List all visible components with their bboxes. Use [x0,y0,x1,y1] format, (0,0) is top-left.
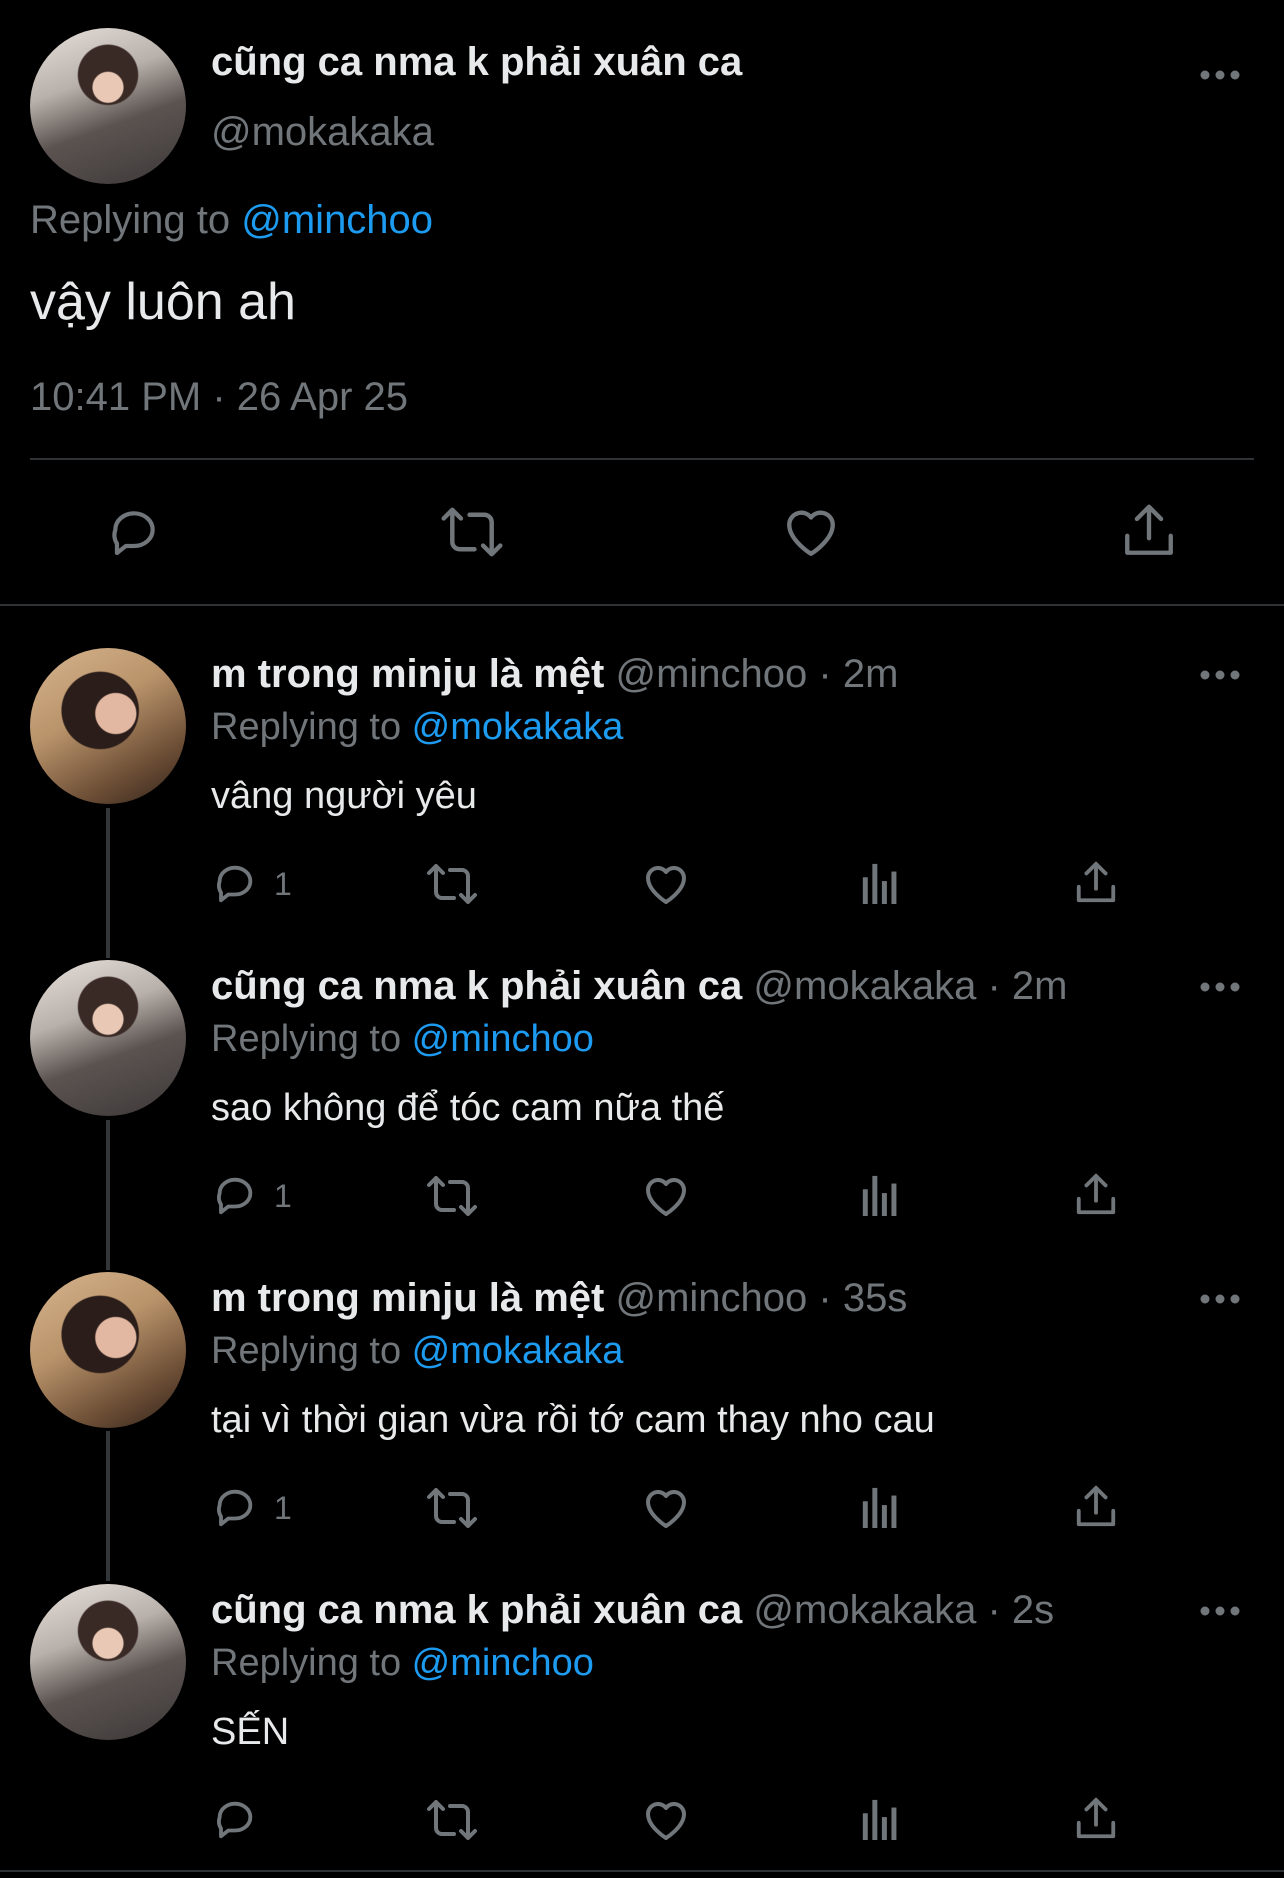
avatar[interactable] [30,960,186,1116]
avatar[interactable] [30,648,186,804]
reply-header: cũng ca nma k phải xuân ca @mokakaka · 2… [211,964,1067,1009]
retweet-icon[interactable] [424,1174,480,1218]
retweet-icon[interactable] [424,1798,480,1842]
heart-icon[interactable] [642,1798,690,1842]
reply-header: cũng ca nma k phải xuân ca @mokakaka · 2… [211,1588,1054,1633]
retweet-icon[interactable] [440,504,504,560]
thread-line [106,808,110,958]
more-icon[interactable] [1200,70,1240,80]
author-name[interactable]: m trong minju là mệt [211,652,604,696]
timestamp[interactable]: 10:41 PM · 26 Apr 25 [30,375,408,420]
reply-count: 1 [274,866,292,902]
replying-handle-link[interactable]: @minchoo [241,198,433,242]
tweet-text: vậy luôn ah [30,273,296,331]
replying-prefix: Replying to [30,198,231,242]
more-icon[interactable] [1200,982,1240,992]
reply-icon[interactable] [212,1796,258,1842]
author-name[interactable]: cũng ca nma k phải xuân ca [211,1588,742,1632]
replying-handle-link[interactable]: @mokakaka [412,1330,624,1372]
handle-time[interactable]: @mokakaka · 2m [753,964,1067,1008]
views-icon[interactable] [860,1486,900,1528]
avatar[interactable] [30,28,186,184]
divider [30,458,1254,460]
thread-line [106,1431,110,1581]
divider [0,1870,1284,1872]
replying-handle-link[interactable]: @mokakaka [412,706,624,748]
share-icon[interactable] [1074,1484,1118,1530]
share-icon[interactable] [1074,860,1118,906]
replying-handle-link[interactable]: @minchoo [412,1018,594,1060]
avatar[interactable] [30,1272,186,1428]
reply-text: SẾN [211,1711,290,1753]
handle-time[interactable]: @minchoo · 35s [615,1276,907,1320]
author-name[interactable]: cũng ca nma k phải xuân ca [211,40,742,85]
author-handle[interactable]: @mokakaka [211,110,434,155]
heart-icon[interactable] [642,1486,690,1530]
more-icon[interactable] [1200,1294,1240,1304]
heart-icon[interactable] [642,1174,690,1218]
heart-icon[interactable] [642,862,690,906]
views-icon[interactable] [860,862,900,904]
reply-icon[interactable] [212,1172,258,1218]
reply-header: m trong minju là mệt @minchoo · 35s [211,1276,907,1321]
reply-text: tại vì thời gian vừa rồi tớ cam thay nho… [211,1399,935,1441]
reply-icon[interactable] [212,1484,258,1530]
more-icon[interactable] [1200,1606,1240,1616]
replying-handle-link[interactable]: @minchoo [412,1642,594,1684]
share-icon[interactable] [1122,502,1176,560]
divider [0,604,1284,606]
reply-icon[interactable] [212,860,258,906]
heart-icon[interactable] [782,504,840,560]
share-icon[interactable] [1074,1796,1118,1842]
thread-line [106,1120,110,1270]
reply-count: 1 [274,1490,292,1526]
replying-to: Replying to @minchoo [211,1018,594,1060]
reply-text: sao không để tóc cam nữa thế [211,1087,725,1129]
replying-to: Replying to @mokakaka [211,1330,624,1372]
replying-to: Replying to @minchoo [30,198,433,243]
avatar[interactable] [30,1584,186,1740]
handle-time[interactable]: @mokakaka · 2s [753,1588,1054,1632]
retweet-icon[interactable] [424,862,480,906]
more-icon[interactable] [1200,670,1240,680]
reply-count: 1 [274,1178,292,1214]
views-icon[interactable] [860,1174,900,1216]
share-icon[interactable] [1074,1172,1118,1218]
replying-to: Replying to @minchoo [211,1642,594,1684]
views-icon[interactable] [860,1798,900,1840]
reply-icon[interactable] [106,504,162,560]
author-name[interactable]: cũng ca nma k phải xuân ca [211,964,742,1008]
retweet-icon[interactable] [424,1486,480,1530]
reply-header: m trong minju là mệt @minchoo · 2m [211,652,898,697]
replying-to: Replying to @mokakaka [211,706,624,748]
reply-text: vâng người yêu [211,775,477,817]
handle-time[interactable]: @minchoo · 2m [615,652,898,696]
author-name[interactable]: m trong minju là mệt [211,1276,604,1320]
